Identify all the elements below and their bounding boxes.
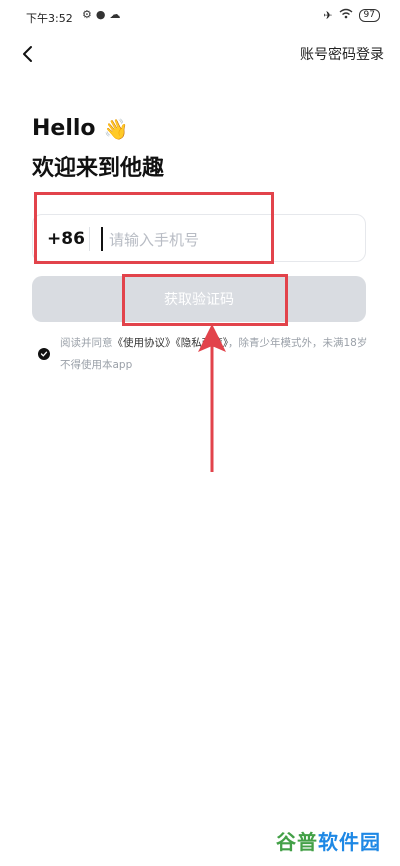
status-bar: 下午3:52 ⚙ ● ☁ ✈ 97 [0,0,400,36]
airplane-icon: ✈ [323,8,333,22]
agreement-prefix: 阅读并同意 [60,337,113,349]
chevron-left-icon [23,46,32,62]
wechat-icon: ● [95,8,106,21]
annotation-highlight-phone [34,192,274,264]
watermark-part2: 软件园 [318,830,381,854]
annotation-arrow-icon [198,324,226,472]
welcome-title: 欢迎来到他趣 [32,156,165,181]
cloud-icon: ☁ [109,8,121,21]
waving-hand-icon: 👋 [103,116,129,141]
back-button[interactable] [14,40,42,68]
status-time: 下午3:52 [26,12,73,25]
greeting-hello: Hello 👋 [32,116,128,141]
gear-icon: ⚙ [82,8,92,21]
terms-of-use-link[interactable]: 《使用协议》 [113,337,176,349]
hello-text: Hello [32,116,96,141]
watermark-part1: 谷普 [276,830,318,854]
battery-indicator: 97 [358,8,380,22]
annotation-highlight-button [122,274,288,326]
check-icon [40,351,48,357]
watermark-logo: 谷普软件园 [276,826,381,855]
status-right: ✈ 97 [323,8,380,22]
wifi-icon [339,8,353,22]
status-notification-icons: ⚙ ● ☁ [82,8,120,22]
account-password-login-link[interactable]: 账号密码登录 [300,44,384,64]
agreement-checkbox[interactable] [38,348,50,360]
